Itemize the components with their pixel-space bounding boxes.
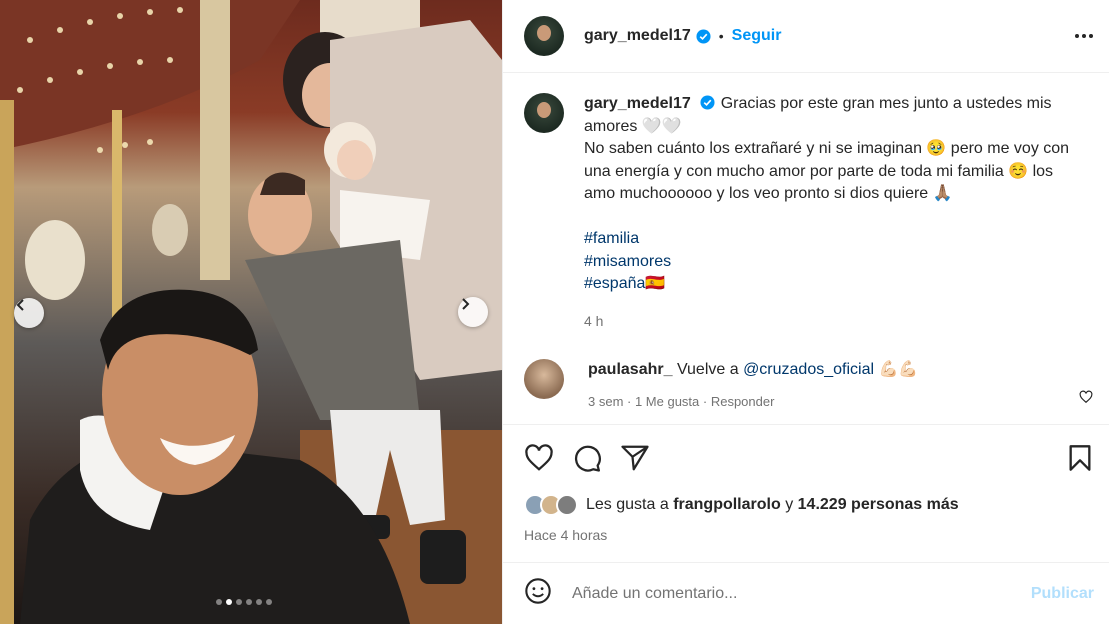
comment-item: paulasahr_ Vuelve a @cruzados_oficial 💪🏻… bbox=[524, 359, 1093, 413]
post-header: gary_medel17 • Seguir bbox=[503, 0, 1109, 73]
caption-timestamp: 4 h bbox=[584, 312, 604, 329]
bookmark-icon bbox=[1069, 444, 1091, 471]
more-options-button[interactable] bbox=[1075, 34, 1093, 38]
comment-button[interactable] bbox=[572, 443, 602, 473]
post-detail-panel: gary_medel17 • Seguir gary_medel17 Graci… bbox=[502, 0, 1109, 624]
carousel-dot bbox=[226, 599, 232, 605]
caption-text-2: No saben cuánto los extrañaré y ni se im… bbox=[584, 140, 1070, 203]
more-icon bbox=[1075, 34, 1079, 38]
comment-mention[interactable]: @cruzados_oficial bbox=[743, 361, 874, 378]
header-separator: • bbox=[718, 28, 724, 44]
commenter-avatar[interactable] bbox=[524, 359, 564, 400]
carousel-indicator bbox=[216, 599, 272, 605]
caption-username[interactable]: gary_medel17 bbox=[584, 95, 691, 112]
post-actions bbox=[503, 424, 1109, 490]
hashtag-link[interactable]: #familia bbox=[584, 228, 1074, 251]
carousel-prev-button[interactable] bbox=[14, 298, 44, 328]
avatar bbox=[556, 494, 578, 516]
hashtag-link[interactable]: #españa🇪🇸 bbox=[584, 273, 1074, 296]
liker-username[interactable]: frangpollarolo bbox=[673, 496, 781, 514]
comment-like-button[interactable] bbox=[1079, 390, 1093, 409]
verified-icon bbox=[696, 28, 711, 44]
carousel-next-button[interactable] bbox=[458, 297, 488, 327]
comment-input[interactable] bbox=[572, 584, 1031, 603]
carousel-dot bbox=[236, 599, 242, 605]
heart-icon bbox=[525, 443, 553, 471]
carousel-dot bbox=[216, 599, 222, 605]
post-caption: gary_medel17 Gracias por este gran mes j… bbox=[524, 93, 1093, 332]
carousel-dot bbox=[256, 599, 262, 605]
verified-icon bbox=[700, 95, 715, 110]
hashtag-link[interactable]: #misamores bbox=[584, 251, 1074, 274]
likes-middle: y bbox=[785, 496, 794, 513]
comment-meta: 3 sem · 1 Me gusta · Responder bbox=[588, 394, 775, 410]
carousel-dot bbox=[246, 599, 252, 605]
caption-avatar[interactable] bbox=[524, 93, 564, 133]
heart-icon bbox=[1079, 390, 1093, 404]
comment-icon bbox=[575, 445, 601, 472]
author-username[interactable]: gary_medel17 bbox=[584, 27, 691, 45]
carousel-dot bbox=[266, 599, 272, 605]
liker-avatars bbox=[524, 494, 578, 516]
photo-illustration bbox=[0, 0, 502, 624]
follow-button[interactable]: Seguir bbox=[732, 27, 782, 45]
post-photo bbox=[0, 0, 502, 624]
comments-section: gary_medel17 Gracias por este gran mes j… bbox=[503, 73, 1109, 424]
save-button[interactable] bbox=[1066, 443, 1094, 473]
publish-button[interactable]: Publicar bbox=[1031, 585, 1094, 603]
add-comment-bar: Publicar bbox=[503, 562, 1109, 624]
likes-prefix: Les gusta a bbox=[586, 496, 669, 513]
post-timestamp: Hace 4 horas bbox=[524, 527, 608, 543]
likes-others-link[interactable]: 14.229 personas más bbox=[798, 496, 959, 514]
emoji-icon[interactable] bbox=[524, 577, 552, 610]
share-button[interactable] bbox=[620, 443, 650, 473]
likes-summary: Les gusta a frangpollarolo y 14.229 pers… bbox=[524, 494, 959, 516]
comment-suffix: 💪🏻💪🏻 bbox=[878, 361, 919, 379]
share-icon bbox=[621, 445, 649, 470]
like-button[interactable] bbox=[524, 443, 554, 473]
commenter-username[interactable]: paulasahr_ bbox=[588, 361, 672, 378]
comment-prefix: Vuelve a bbox=[676, 361, 739, 379]
author-avatar[interactable] bbox=[524, 16, 564, 56]
